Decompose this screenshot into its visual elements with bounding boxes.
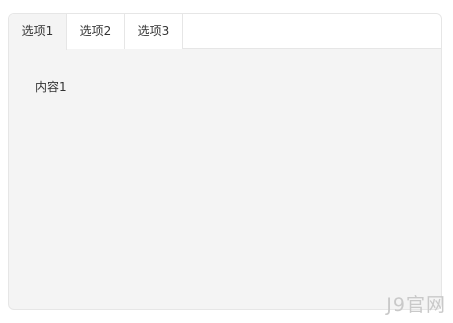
tab-bar: 选项1 选项2 选项3 [9,14,441,50]
tab-3[interactable]: 选项3 [125,14,183,49]
page: 选项1 选项2 选项3 内容1 J9官网 [0,0,453,323]
tab-content-text: 内容1 [35,80,67,94]
watermark: J9官网 [386,294,446,316]
tab-2[interactable]: 选项2 [67,14,125,49]
tab-1[interactable]: 选项1 [9,14,67,50]
tabs-panel: 选项1 选项2 选项3 内容1 [8,13,442,310]
